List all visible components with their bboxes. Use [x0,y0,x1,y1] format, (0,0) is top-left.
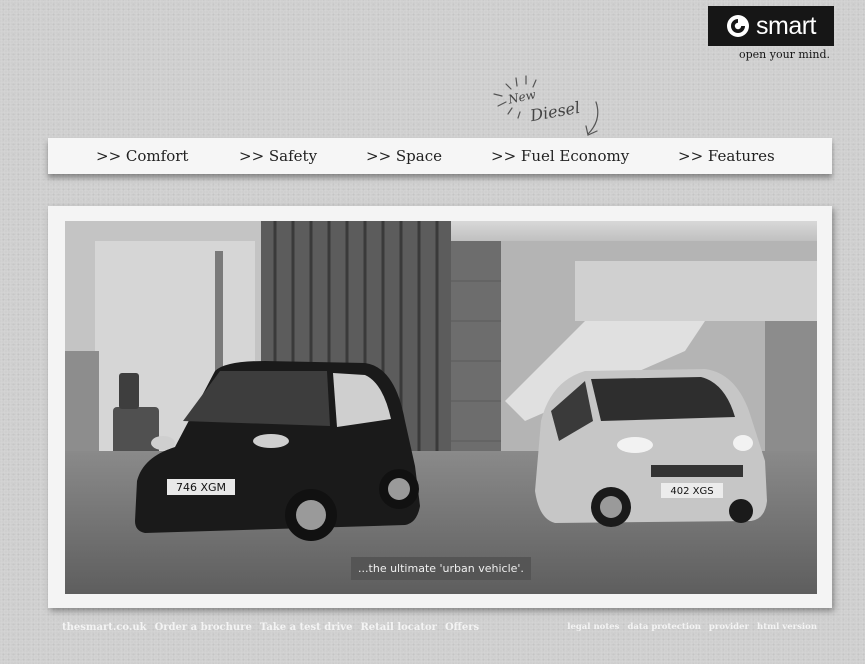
footer-link-html-version[interactable]: html version [757,622,817,632]
footer-link-data-protection[interactable]: data protection [627,622,700,632]
hero-photo-frame: 746 XGM 402 XGS [48,206,832,608]
footer-link-provider[interactable]: provider [709,622,749,632]
footer-legal-links: legal notes data protection provider htm… [567,622,817,632]
garage-scene-image: 746 XGM 402 XGS [65,221,817,594]
brand-tagline: open your mind. [738,48,830,61]
footer-link-test-drive[interactable]: Take a test drive [260,622,353,633]
logo-wordmark: smart [756,11,817,40]
smart-logo-icon [727,15,749,37]
hero-photo: 746 XGM 402 XGS [65,221,817,594]
footer-link-offers[interactable]: Offers [445,622,479,633]
footer-link-brochure[interactable]: Order a brochure [155,622,252,633]
nav-space[interactable]: >> Space [366,147,442,165]
footer-primary-links: thesmart.co.uk Order a brochure Take a t… [62,622,479,633]
hero-caption: ...the ultimate 'urban vehicle'. [351,557,531,580]
footer-link-legal-notes[interactable]: legal notes [567,622,619,632]
nav-comfort[interactable]: >> Comfort [96,147,188,165]
footer-link-home[interactable]: thesmart.co.uk [62,622,147,633]
silver-smart-car: 402 XGS [535,369,767,527]
right-plate: 402 XGS [670,486,713,497]
footer-link-retail-locator[interactable]: Retail locator [360,622,436,633]
main-nav: >> Comfort >> Safety >> Space >> Fuel Ec… [48,138,832,174]
nav-fuel-economy[interactable]: >> Fuel Economy [491,147,629,165]
smart-logo[interactable]: smart [708,6,834,46]
left-plate: 746 XGM [176,481,226,494]
nav-safety[interactable]: >> Safety [239,147,317,165]
nav-features[interactable]: >> Features [678,147,775,165]
